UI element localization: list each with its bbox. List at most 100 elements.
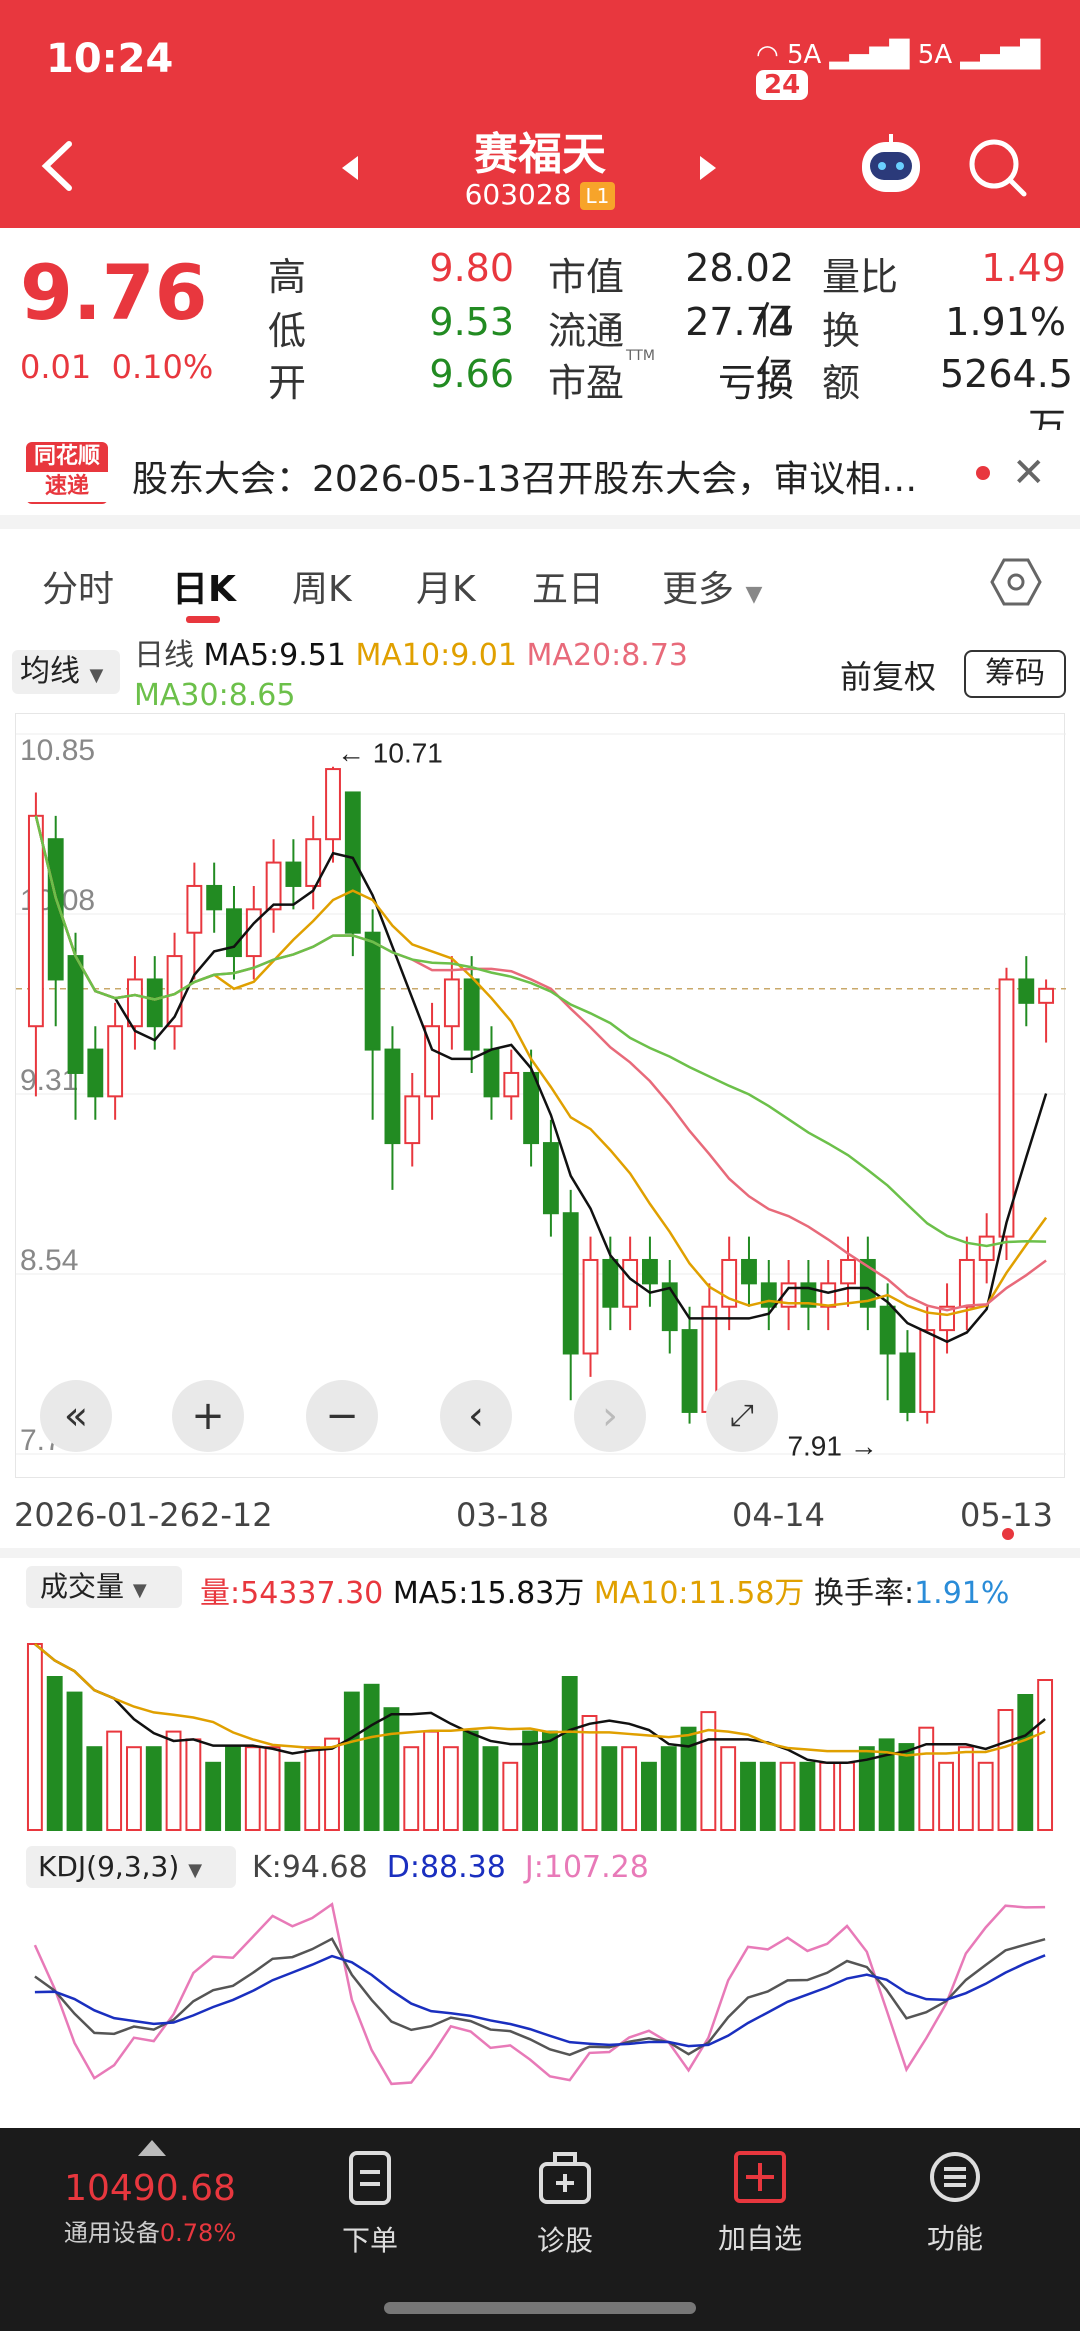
rewind-button[interactable]: « (40, 1380, 112, 1452)
prev-stock-icon[interactable] (340, 154, 360, 182)
candle-body (87, 1048, 104, 1098)
expand-up-icon[interactable] (138, 2140, 166, 2156)
candle-body (503, 1071, 520, 1098)
candle-body (958, 1258, 975, 1308)
high-marker: ← 10.71 (337, 738, 443, 769)
candle-body (820, 1282, 837, 1308)
chip-button[interactable]: 筹码 (964, 650, 1066, 698)
notice-logo: 同花顺 速递 (26, 442, 108, 504)
candle-body (978, 1235, 995, 1261)
stat-label: 流通 (548, 309, 625, 353)
stat-label: 开 (268, 361, 307, 405)
add-watchlist-button[interactable]: 加自选 (660, 2150, 860, 2257)
zoom-in-button[interactable]: + (172, 1380, 244, 1452)
volume-bar (839, 1761, 855, 1831)
candle-body (523, 1071, 540, 1145)
tab-intraday[interactable]: 分时 (42, 560, 114, 612)
zoom-out-button[interactable]: − (306, 1380, 378, 1452)
candle-body (899, 1352, 916, 1413)
candle-body (27, 814, 44, 1028)
tab-five-day[interactable]: 五日 (532, 560, 604, 612)
volume-bar (641, 1761, 657, 1831)
volume-bar (621, 1746, 638, 1831)
close-icon[interactable]: ✕ (1012, 450, 1046, 496)
volume-bar (660, 1746, 677, 1831)
home-indicator (384, 2302, 696, 2314)
indicator-mode: 均线 (20, 654, 80, 689)
volume-svg (26, 1643, 1054, 1831)
x-label-start: 2026-01-26 (14, 1496, 200, 1534)
fullscreen-button[interactable]: ⤢ (706, 1380, 778, 1452)
candle-body (127, 978, 143, 1028)
volume-bar (264, 1746, 281, 1831)
kdj-legend: K:94.68 D:88.38 J:107.28 (252, 1850, 649, 1885)
volume-bar (26, 1643, 43, 1831)
diagnose-button[interactable]: 诊股 (465, 2150, 665, 2259)
volume-bar (799, 1761, 816, 1831)
kdj-j: J:107.28 (524, 1850, 649, 1885)
adjust-mode[interactable]: 前复权 (840, 652, 936, 698)
y-tick-label: 8.54 (20, 1244, 78, 1277)
tab-weekly[interactable]: 周K (292, 560, 352, 612)
notice-logo-bottom: 速递 (26, 472, 108, 502)
volume-bar (759, 1761, 776, 1831)
candle-body (245, 908, 262, 958)
candle-body (67, 955, 84, 1074)
candle-body (483, 1048, 500, 1098)
kline-chart[interactable]: 10.8510.089.318.547.77← 10.717.91 → (15, 713, 1066, 1478)
tab-more[interactable]: 更多 ▼ (662, 560, 762, 612)
price-change-pct: 0.10% (111, 348, 214, 386)
tab-daily[interactable]: 日K (172, 560, 236, 612)
stat-value: 9.66 (429, 352, 514, 396)
next-stock-icon[interactable] (698, 154, 718, 182)
chevron-down-icon: ▼ (188, 1860, 203, 1881)
bottom-bar: 10490.68 通用设备0.78% 下单 诊股 加自选 功能 (0, 2128, 1080, 2331)
kdj-k: K:94.68 (252, 1850, 368, 1885)
volume-bar (1037, 1679, 1054, 1831)
stat-label: 低 (268, 309, 307, 353)
network2-label: 5A (917, 40, 953, 70)
y-tick-label: 10.85 (20, 734, 95, 767)
notice-text: 股东大会：2026-05-13召开股东大会，审议相… (132, 459, 918, 500)
scroll-right-button[interactable]: › (574, 1380, 646, 1452)
index-info: 通用设备0.78% (40, 2213, 260, 2248)
scroll-left-button[interactable]: ‹ (440, 1380, 512, 1452)
volume-bar (601, 1746, 618, 1831)
indicator-selector[interactable]: 均线 ▼ (12, 650, 120, 694)
robot-assistant-icon[interactable] (856, 130, 926, 200)
index-name: 通用设备 (63, 2219, 160, 2247)
ma30-label: MA30:8.65 (134, 678, 296, 713)
menu-button[interactable]: 功能 (855, 2150, 1055, 2257)
ma10-label: MA10:9.01 (355, 638, 517, 673)
volume-bar (541, 1730, 558, 1831)
stat-superscript: TTM (626, 348, 655, 364)
volume-selector[interactable]: 成交量 ▼ (26, 1566, 182, 1608)
candle-body (265, 861, 282, 911)
candle-body (919, 1329, 936, 1413)
last-price: 9.76 (20, 248, 208, 337)
volume-legend: 量:54337.30 MA5:15.83万 MA10:11.58万 换手率:1.… (200, 1568, 1009, 1612)
unread-dot (976, 466, 990, 480)
volume-bar (740, 1761, 756, 1831)
search-icon[interactable] (966, 136, 1030, 200)
index-widget[interactable]: 10490.68 通用设备0.78% (40, 2168, 260, 2248)
stat-label: 换 (822, 309, 861, 353)
period-label: 日线 (134, 638, 194, 673)
kdj-svg (33, 1902, 1046, 2086)
stat-value: 1.91% (945, 300, 1066, 344)
chevron-down-icon: ▼ (132, 1580, 147, 1601)
turnover-label: 换手率: (813, 1576, 915, 1611)
settings-hex-icon[interactable] (990, 556, 1042, 608)
ma20-label: MA20:8.73 (526, 638, 689, 673)
candle-body (404, 1095, 421, 1145)
volume-chart[interactable] (15, 1612, 1065, 1832)
tab-monthly[interactable]: 月K (416, 560, 476, 612)
price-change-row: 0.01 0.10% (20, 348, 213, 386)
volume-bar (383, 1707, 400, 1831)
news-notice-bar[interactable]: 同花顺 速递 股东大会：2026-05-13召开股东大会，审议相… ✕ (0, 430, 1080, 516)
order-button[interactable]: 下单 (270, 2150, 470, 2259)
back-icon[interactable] (34, 136, 84, 196)
vol-ma5: MA5:15.83万 (392, 1576, 585, 1611)
kdj-chart[interactable] (15, 1890, 1065, 2110)
kdj-selector[interactable]: KDJ(9,3,3) ▼ (26, 1846, 236, 1888)
